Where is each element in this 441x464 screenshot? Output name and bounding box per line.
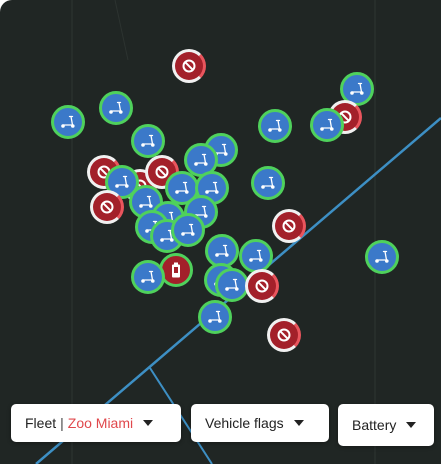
scooter-icon	[374, 250, 390, 264]
scooter-icon	[349, 82, 365, 96]
scooter-icon	[207, 310, 223, 324]
map-marker-blocked[interactable]	[172, 49, 206, 83]
caret-down-icon	[293, 420, 304, 426]
scooter-icon	[180, 223, 196, 237]
map-marker-scooter[interactable]	[131, 260, 165, 294]
map-marker-scooter[interactable]	[51, 105, 85, 139]
map-grid-line	[114, 0, 129, 61]
no-entry-icon	[181, 58, 197, 74]
fleet-label: Fleet	[25, 415, 57, 431]
fleet-value: Zoo Miami	[67, 415, 134, 431]
vehicle-flags-label: Vehicle flags	[205, 415, 284, 431]
map-marker-blocked[interactable]	[245, 269, 279, 303]
battery-dropdown[interactable]: Battery	[338, 404, 434, 446]
map-marker-scooter[interactable]	[258, 109, 292, 143]
low-battery-icon	[170, 262, 182, 278]
fleet-dropdown[interactable]: Fleet | Zoo Miami	[11, 404, 181, 442]
no-entry-icon	[254, 278, 270, 294]
scooter-icon	[114, 175, 130, 189]
map-marker-scooter[interactable]	[198, 300, 232, 334]
scooter-icon	[174, 181, 190, 195]
map-marker-scooter[interactable]	[310, 108, 344, 142]
map-canvas[interactable]	[0, 0, 441, 464]
scooter-icon	[108, 101, 124, 115]
map-marker-blocked[interactable]	[267, 318, 301, 352]
scooter-icon	[60, 115, 76, 129]
map-marker-scooter[interactable]	[251, 166, 285, 200]
map-marker-scooter[interactable]	[215, 268, 249, 302]
map-marker-scooter[interactable]	[171, 213, 205, 247]
map-marker-blocked[interactable]	[90, 190, 124, 224]
scooter-icon	[267, 119, 283, 133]
scooter-icon	[140, 134, 156, 148]
scooter-icon	[138, 195, 154, 209]
scooter-icon	[319, 118, 335, 132]
no-entry-icon	[276, 327, 292, 343]
battery-label: Battery	[352, 417, 397, 433]
scooter-icon	[248, 249, 264, 263]
scooter-icon	[140, 270, 156, 284]
scooter-icon	[204, 181, 220, 195]
map-marker-blocked[interactable]	[272, 209, 306, 243]
caret-down-icon	[143, 420, 154, 426]
map-marker-scooter[interactable]	[99, 91, 133, 125]
no-entry-icon	[99, 199, 115, 215]
map-marker-scooter[interactable]	[239, 239, 273, 273]
map-marker-scooter[interactable]	[131, 124, 165, 158]
fleet-separator: |	[60, 415, 64, 431]
map-background	[35, 0, 441, 464]
caret-down-icon	[406, 422, 417, 428]
vehicle-flags-dropdown[interactable]: Vehicle flags	[191, 404, 329, 442]
scooter-icon	[260, 176, 276, 190]
no-entry-icon	[281, 218, 297, 234]
scooter-icon	[214, 244, 230, 258]
scooter-icon	[224, 278, 240, 292]
scooter-icon	[193, 153, 209, 167]
map-marker-scooter[interactable]	[365, 240, 399, 274]
